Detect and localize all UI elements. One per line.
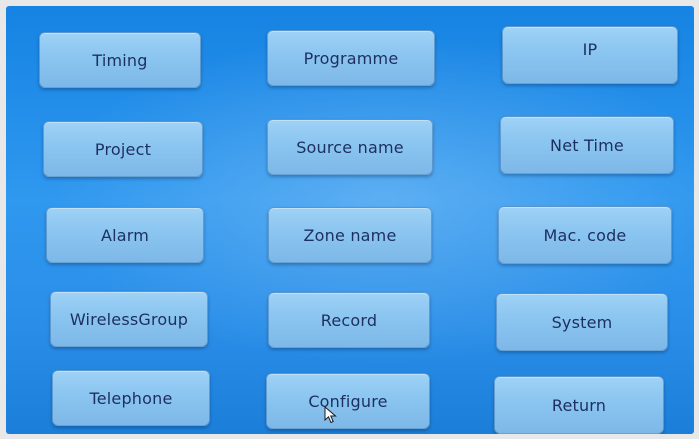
ip-button[interactable]: IP <box>502 26 678 84</box>
source-name-button[interactable]: Source name <box>267 119 433 175</box>
ip-button-label: IP <box>582 39 598 59</box>
system-button[interactable]: System <box>496 293 668 351</box>
mac-code-button-label: Mac. code <box>543 225 627 245</box>
timing-button[interactable]: Timing <box>39 32 201 88</box>
zone-name-button[interactable]: Zone name <box>268 207 432 263</box>
touch-screen: Timing Programme IP Project Source name … <box>6 6 694 434</box>
alarm-button[interactable]: Alarm <box>46 207 204 263</box>
project-button-label: Project <box>94 139 152 159</box>
telephone-button[interactable]: Telephone <box>52 370 210 426</box>
mouse-pointer-icon <box>324 406 337 424</box>
source-name-button-label: Source name <box>296 137 404 157</box>
return-button-label: Return <box>551 395 607 415</box>
programme-button[interactable]: Programme <box>267 30 435 86</box>
net-time-button[interactable]: Net Time <box>500 116 674 174</box>
configure-button[interactable]: Configure <box>266 373 430 429</box>
record-button[interactable]: Record <box>268 292 430 348</box>
telephone-button-label: Telephone <box>89 388 173 408</box>
net-time-button-label: Net Time <box>550 135 624 155</box>
wireless-group-button[interactable]: WirelessGroup <box>50 291 208 347</box>
alarm-button-label: Alarm <box>100 225 150 245</box>
timing-button-label: Timing <box>92 50 148 70</box>
wireless-group-button-label: WirelessGroup <box>69 309 189 329</box>
system-button-label: System <box>551 312 613 332</box>
return-button[interactable]: Return <box>494 376 664 434</box>
record-button-label: Record <box>320 310 378 330</box>
zone-name-button-label: Zone name <box>303 225 397 245</box>
programme-button-label: Programme <box>303 48 399 68</box>
device-frame: Timing Programme IP Project Source name … <box>0 0 699 439</box>
mac-code-button[interactable]: Mac. code <box>498 206 672 264</box>
configure-button-label: Configure <box>308 391 388 411</box>
project-button[interactable]: Project <box>43 121 203 177</box>
